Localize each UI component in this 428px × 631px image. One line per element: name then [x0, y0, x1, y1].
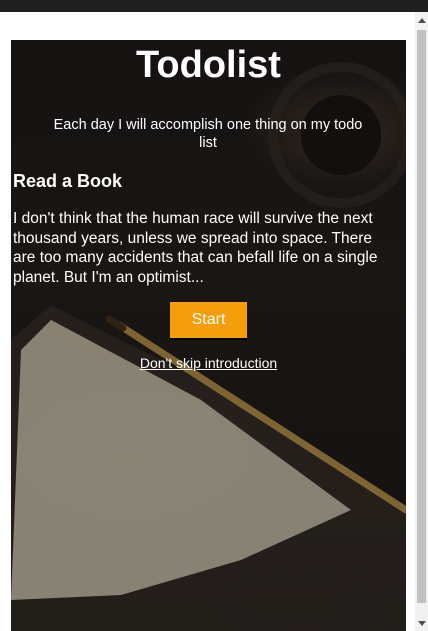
task-quote: I don't think that the human race will s… [13, 210, 378, 286]
scroll-down-arrow-icon[interactable] [415, 617, 428, 629]
scroll-up-arrow-icon[interactable] [415, 14, 428, 26]
page-subtitle: Each day I will accomplish one thing on … [53, 117, 363, 151]
vertical-scrollbar[interactable] [415, 12, 428, 631]
hero-section: Todolist Each day I will accomplish one … [11, 40, 406, 631]
scrollbar-thumb[interactable] [417, 30, 426, 603]
browser-top-bar [0, 0, 428, 12]
start-button[interactable]: Start [170, 302, 247, 340]
page-title: Todolist [136, 44, 281, 86]
intro-link[interactable]: Don't skip introduction [11, 354, 406, 372]
task-heading: Read a Book [13, 171, 123, 191]
